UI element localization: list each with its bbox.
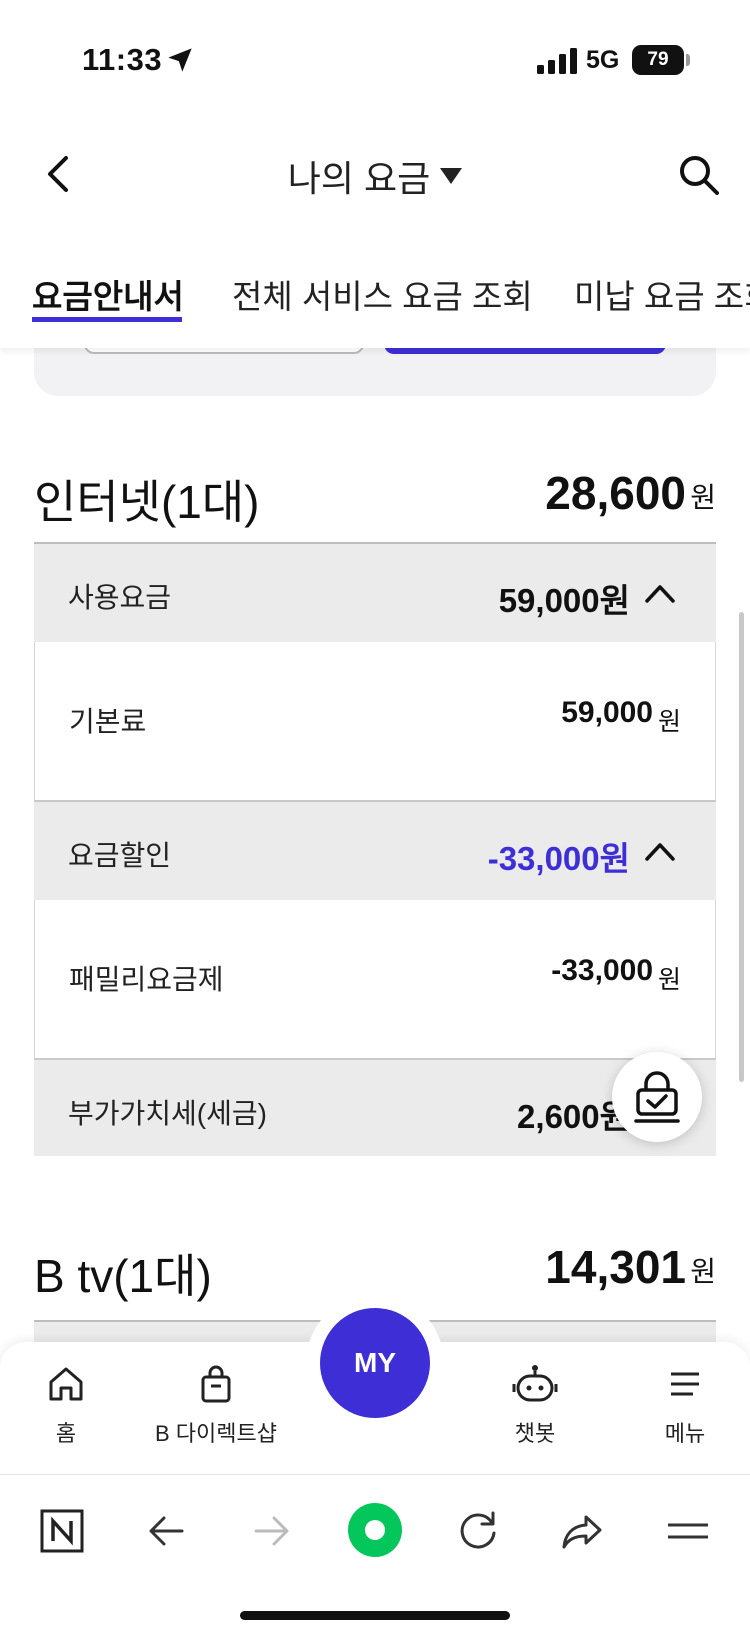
nav-home[interactable]: 홈 — [0, 1364, 136, 1448]
home-indicator — [240, 1611, 510, 1620]
share-arrow-icon[interactable] — [556, 1505, 608, 1557]
caret-down-icon — [440, 168, 463, 184]
tab-bar: 요금안내서 전체 서비스 요금 조회 미납 요금 조회 — [0, 230, 750, 348]
row-amount: -33,000원 — [487, 840, 630, 877]
page-title: 나의 요금 — [287, 158, 431, 199]
row-label: 사용요금 — [68, 582, 172, 613]
browser-toolbar — [0, 1474, 750, 1631]
nav-label: 홈 — [55, 1421, 77, 1446]
nav-label: B 다이렉트샵 — [155, 1421, 277, 1446]
row-unit: 원 — [657, 966, 681, 994]
forward-arrow-icon[interactable] — [244, 1505, 296, 1557]
shopping-bag-icon — [201, 1365, 231, 1403]
naver-n-icon[interactable] — [36, 1505, 88, 1557]
btv-section-header: B tv(1대) 14,301 원 — [34, 1240, 716, 1310]
status-time: 11:33 — [82, 42, 163, 77]
browser-menu-icon[interactable] — [662, 1505, 714, 1557]
scrollbar[interactable] — [739, 612, 744, 1082]
section-title: B tv(1대) — [34, 1250, 212, 1302]
usage-fee-row[interactable]: 사용요금 59,000원 — [34, 544, 716, 642]
nav-label: 챗봇 — [514, 1421, 556, 1446]
status-bar: 11:33 5G 79 — [0, 0, 750, 120]
title-dropdown[interactable]: 나의 요금 — [0, 150, 750, 202]
nav-direct-shop[interactable]: B 다이렉트샵 — [146, 1364, 286, 1448]
tab-unpaid-fee[interactable]: 미납 요금 조회 — [574, 270, 750, 318]
row-label: 요금할인 — [68, 840, 172, 871]
tab-all-services-fee[interactable]: 전체 서비스 요금 조회 — [232, 270, 533, 318]
row-label: 패밀리요금제 — [69, 964, 224, 995]
basic-fee-row: 기본료 59,000 원 — [34, 642, 716, 802]
row-amount: -33,000 — [551, 954, 653, 987]
nav-menu[interactable]: 메뉴 — [615, 1364, 750, 1448]
discount-row[interactable]: 요금할인 -33,000원 — [34, 802, 716, 900]
hamburger-menu-icon — [671, 1372, 699, 1396]
home-icon — [49, 1367, 83, 1401]
tab-bill-statement[interactable]: 요금안내서 — [32, 270, 184, 318]
section-unit: 원 — [690, 482, 716, 513]
app-header: 나의 요금 — [0, 120, 750, 230]
network-type: 5G — [586, 46, 620, 74]
nav-label: 메뉴 — [664, 1421, 706, 1446]
row-label: 기본료 — [69, 706, 147, 737]
chatbot-icon — [512, 1365, 558, 1402]
section-total: 14,301 — [545, 1241, 686, 1293]
family-plan-row: 패밀리요금제 -33,000 원 — [34, 900, 716, 1060]
chevron-up-icon[interactable] — [644, 840, 676, 862]
internet-section-header: 인터넷(1대) 28,600 원 — [34, 466, 716, 536]
section-total: 28,600 — [545, 467, 686, 519]
back-arrow-icon[interactable] — [142, 1505, 194, 1557]
section-title: 인터넷(1대) — [34, 476, 260, 528]
search-icon[interactable] — [678, 154, 720, 196]
lock-check-icon — [634, 1071, 680, 1123]
nav-chatbot[interactable]: 챗봇 — [465, 1364, 605, 1448]
row-amount: 59,000원 — [498, 582, 630, 619]
active-tab-indicator — [32, 317, 182, 322]
section-unit: 원 — [690, 1256, 716, 1287]
row-unit: 원 — [657, 708, 681, 736]
battery-tip — [686, 54, 690, 66]
row-label: 부가가치세(세금) — [68, 1098, 267, 1129]
battery-icon: 79 — [632, 45, 684, 75]
chevron-up-icon[interactable] — [644, 582, 676, 604]
refresh-icon[interactable] — [452, 1505, 504, 1557]
row-amount: 59,000 — [561, 696, 653, 729]
cellular-signal-icon — [537, 48, 577, 74]
location-arrow-icon — [168, 48, 192, 72]
secure-lock-button[interactable] — [612, 1052, 702, 1142]
internet-fee-table: 사용요금 59,000원 기본료 59,000 원 요금할인 -33,000원 … — [34, 542, 716, 1156]
my-button[interactable]: MY — [320, 1308, 430, 1418]
naver-green-dot-icon[interactable] — [346, 1501, 404, 1559]
